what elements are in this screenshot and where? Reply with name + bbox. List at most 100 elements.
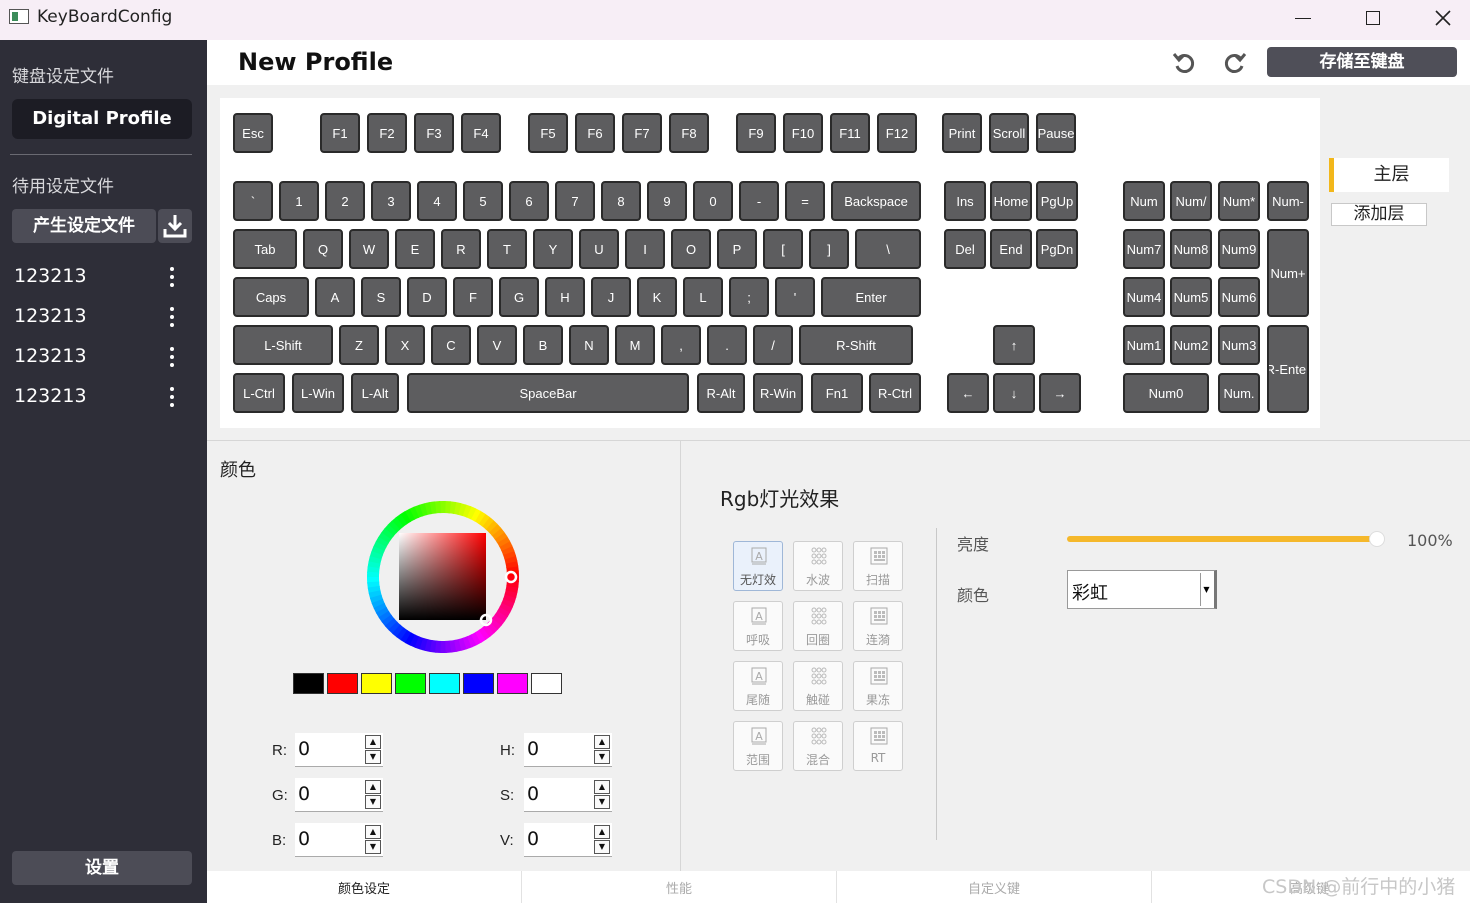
key[interactable]: Num9	[1218, 229, 1260, 269]
b-spinbox[interactable]: 0 ▲ ▼	[295, 823, 383, 857]
key[interactable]: 7	[555, 181, 595, 221]
profile-item[interactable]: 123213	[0, 259, 207, 299]
key[interactable]: R-Win	[753, 373, 803, 413]
swatch-cyan[interactable]	[429, 673, 460, 694]
key[interactable]: J	[591, 277, 631, 317]
key[interactable]: Num3	[1218, 325, 1260, 365]
close-button[interactable]	[1408, 0, 1470, 36]
key[interactable]: 4	[417, 181, 457, 221]
key[interactable]: R-Ctrl	[869, 373, 921, 413]
key[interactable]: Num	[1123, 181, 1165, 221]
maximize-button[interactable]	[1338, 0, 1408, 36]
key[interactable]: H	[545, 277, 585, 317]
key[interactable]: F10	[783, 113, 823, 153]
more-vertical-icon[interactable]	[164, 265, 180, 291]
v-spinbox[interactable]: 0 ▲ ▼	[524, 823, 612, 857]
key[interactable]: Home	[990, 181, 1032, 221]
effect-button[interactable]: 水波	[793, 541, 843, 591]
tab-performance[interactable]: 性能	[522, 871, 837, 903]
key[interactable]: Num4	[1123, 277, 1165, 317]
key[interactable]: S	[361, 277, 401, 317]
key[interactable]: L-Win	[292, 373, 344, 413]
effect-button[interactable]: A 范围	[733, 721, 783, 771]
key[interactable]: R-Shift	[799, 325, 913, 365]
effect-button[interactable]: 混合	[793, 721, 843, 771]
tab-custom-keys[interactable]: 自定义键	[837, 871, 1152, 903]
key[interactable]: Caps	[233, 277, 309, 317]
brightness-slider[interactable]	[1067, 536, 1377, 542]
key[interactable]: L-Shift	[233, 325, 333, 365]
key[interactable]: End	[990, 229, 1032, 269]
effect-button[interactable]: 扫描	[853, 541, 903, 591]
key[interactable]: .	[707, 325, 747, 365]
key[interactable]: ]	[809, 229, 849, 269]
color-wheel[interactable]	[366, 500, 520, 654]
spin-down-icon[interactable]: ▼	[594, 840, 610, 854]
more-vertical-icon[interactable]	[164, 305, 180, 331]
spin-down-icon[interactable]: ▼	[365, 840, 381, 854]
current-profile-button[interactable]: Digital Profile	[12, 99, 192, 139]
key[interactable]: D	[407, 277, 447, 317]
key[interactable]: F12	[877, 113, 917, 153]
spin-up-icon[interactable]: ▲	[594, 735, 610, 749]
key[interactable]: Num6	[1218, 277, 1260, 317]
spin-up-icon[interactable]: ▲	[365, 825, 381, 839]
key[interactable]: 6	[509, 181, 549, 221]
s-spinbox[interactable]: 0 ▲ ▼	[524, 778, 612, 812]
key[interactable]: F8	[669, 113, 709, 153]
profile-item[interactable]: 123213	[0, 339, 207, 379]
key[interactable]: K	[637, 277, 677, 317]
swatch-blue[interactable]	[463, 673, 494, 694]
key[interactable]: I	[625, 229, 665, 269]
swatch-green[interactable]	[395, 673, 426, 694]
key[interactable]: Num8	[1170, 229, 1212, 269]
key[interactable]: -	[739, 181, 779, 221]
key[interactable]: B	[523, 325, 563, 365]
key[interactable]: Num2	[1170, 325, 1212, 365]
minimize-button[interactable]	[1268, 0, 1338, 36]
key[interactable]: M	[615, 325, 655, 365]
generate-profile-button[interactable]: 产生设定文件	[12, 209, 156, 243]
key[interactable]: Num.	[1218, 373, 1260, 413]
key[interactable]: 9	[647, 181, 687, 221]
key[interactable]: ↑	[993, 325, 1035, 365]
effect-button[interactable]: 连漪	[853, 601, 903, 651]
key[interactable]: L-Alt	[351, 373, 399, 413]
key[interactable]: /	[753, 325, 793, 365]
h-spinbox[interactable]: 0 ▲ ▼	[524, 733, 612, 767]
effect-button[interactable]: 触碰	[793, 661, 843, 711]
effect-button[interactable]: 果冻	[853, 661, 903, 711]
key[interactable]: 8	[601, 181, 641, 221]
key[interactable]: PgUp	[1036, 181, 1078, 221]
key[interactable]: 1	[279, 181, 319, 221]
key[interactable]: Num+	[1267, 229, 1309, 317]
key[interactable]: ↓	[993, 373, 1035, 413]
key[interactable]: F5	[528, 113, 568, 153]
key[interactable]: ←	[947, 373, 989, 413]
key[interactable]: U	[579, 229, 619, 269]
layer-main-tab[interactable]: 主层	[1329, 158, 1449, 192]
key[interactable]: F1	[320, 113, 360, 153]
key[interactable]: `	[233, 181, 273, 221]
key[interactable]: Ins	[944, 181, 986, 221]
key[interactable]: F7	[622, 113, 662, 153]
key[interactable]: N	[569, 325, 609, 365]
key[interactable]: F6	[575, 113, 615, 153]
key[interactable]: Backspace	[831, 181, 921, 221]
key[interactable]: Q	[303, 229, 343, 269]
spin-up-icon[interactable]: ▲	[365, 735, 381, 749]
key[interactable]: '	[775, 277, 815, 317]
key[interactable]: Num-	[1267, 181, 1309, 221]
key[interactable]: Num7	[1123, 229, 1165, 269]
key[interactable]: SpaceBar	[407, 373, 689, 413]
key[interactable]: P	[717, 229, 757, 269]
key[interactable]: [	[763, 229, 803, 269]
key[interactable]: R	[441, 229, 481, 269]
key[interactable]: Scroll	[989, 113, 1029, 153]
key[interactable]: Num5	[1170, 277, 1212, 317]
more-vertical-icon[interactable]	[164, 345, 180, 371]
swatch-magenta[interactable]	[497, 673, 528, 694]
key[interactable]: 5	[463, 181, 503, 221]
key[interactable]: Num1	[1123, 325, 1165, 365]
key[interactable]: 0	[693, 181, 733, 221]
